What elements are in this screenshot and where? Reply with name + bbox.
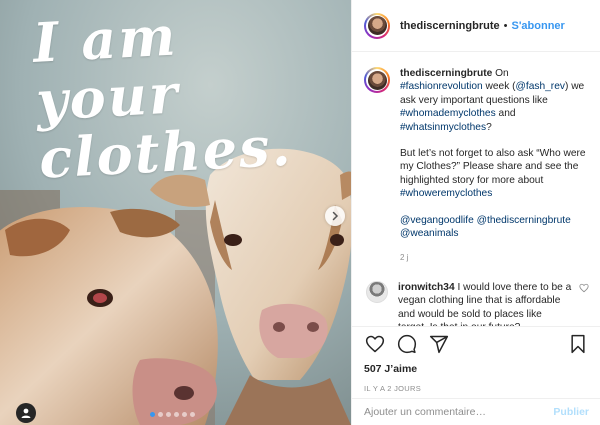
follow-button[interactable]: S'abonner [511,20,564,32]
hashtag-link[interactable]: #whoweremyclothes [400,188,492,199]
caption-username[interactable]: thediscerningbrute [400,68,492,79]
mention-link[interactable]: @thediscerningbrute [477,215,571,226]
caption-link[interactable]: #whomademyclothes [400,108,496,119]
post-timestamp[interactable]: IL Y A 2 JOURS [364,384,589,393]
chevron-right-icon [332,211,339,221]
caption-mentions: @vegangoodlife @thediscerningbrute @wean… [400,214,589,241]
comment-like-icon[interactable] [579,283,589,293]
caption-avatar[interactable] [364,67,390,93]
carousel-dot [150,412,155,417]
likes-count[interactable]: 507 J’aime [364,363,589,375]
carousel-dot [158,412,163,417]
caption-text: week ( [482,81,516,93]
user-icon [21,408,31,418]
mention-link[interactable]: @vegangoodlife [400,215,474,226]
carousel-dot [190,412,195,417]
author-username[interactable]: thediscerningbrute [400,20,500,32]
caption-text: On [492,68,509,79]
post-sidebar: thediscerningbrute • S'abonner thediscer… [351,0,600,425]
comment-item: ironwitch34 I would love there to be a v… [352,265,600,326]
overlay-slogan: I am your clothes. [31,0,341,190]
author-avatar[interactable] [364,12,390,39]
caption-link[interactable]: @fash_rev [516,81,565,92]
publish-button[interactable]: Publier [553,406,589,418]
paper-plane-icon [429,335,449,354]
caption-text: and [495,108,516,120]
caption-link[interactable]: #whatsinmyclothes [400,122,486,133]
mention-link[interactable]: @weanimals [400,228,458,239]
like-button[interactable] [364,333,386,355]
header-separator: • [503,19,508,32]
comment-bubble-icon [397,334,417,354]
save-button[interactable] [567,333,589,355]
post-image[interactable]: I am your clothes. [0,0,351,425]
caption-link[interactable]: #fashionrevolution [400,81,483,92]
caption-paragraph: thediscerningbrute On #fashionrevolution… [400,67,589,134]
carousel-dot [182,412,187,417]
post-actions: 507 J’aime IL Y A 2 JOURS [352,326,600,398]
caption-text: ? [486,121,492,133]
heart-icon [365,335,385,353]
caption-text: But let’s not forget to also ask “Who we… [400,148,586,186]
caption-paragraph: But let’s not forget to also ask “Who we… [400,147,589,201]
comment-body: ironwitch34 I would love there to be a v… [398,281,573,326]
add-comment-bar: Publier [352,398,600,425]
commenter-username[interactable]: ironwitch34 [398,282,455,293]
caption-time-ago[interactable]: 2 j [400,251,589,264]
comment-input[interactable] [364,406,554,418]
share-button[interactable] [428,333,450,355]
bookmark-icon [571,334,585,354]
carousel-indicator [150,412,195,417]
tagged-users-button[interactable] [16,403,36,423]
post-header: thediscerningbrute • S'abonner [352,0,600,52]
carousel-next-button[interactable] [325,206,345,226]
carousel-dot [166,412,171,417]
post-caption: thediscerningbrute On #fashionrevolution… [352,53,600,265]
comments-section[interactable]: thediscerningbrute On #fashionrevolution… [352,53,600,326]
commenter-avatar[interactable] [366,280,388,303]
comment-button[interactable] [396,333,418,355]
carousel-dot [174,412,179,417]
